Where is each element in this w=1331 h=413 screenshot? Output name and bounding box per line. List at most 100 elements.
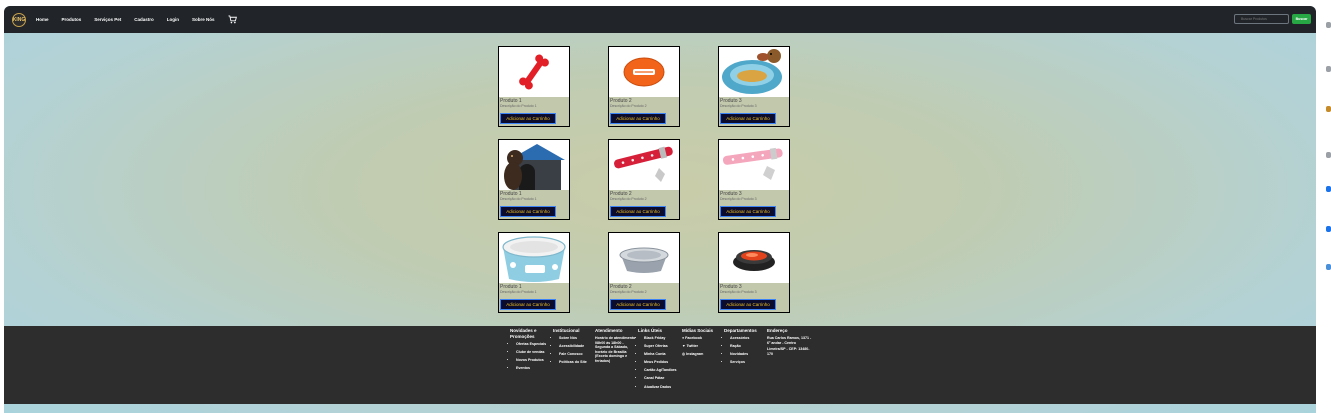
add-to-cart-button[interactable]: Adicionar ao Carrinho: [500, 299, 556, 310]
footer-heading: Mídias Sociais: [682, 328, 714, 333]
footer-hours-text: Horário de atendimento 08h00 às 18h00 - …: [595, 336, 636, 363]
search-button[interactable]: Buscar: [1292, 14, 1311, 24]
footer-address-line: Limeira/SP - CEP: 13480-170: [767, 347, 810, 356]
steel-bowl-image[interactable]: [609, 233, 679, 283]
footer-link[interactable]: Serviços: [730, 360, 766, 365]
sidebar-icon[interactable]: [1326, 152, 1331, 158]
sidebar-icon[interactable]: [1326, 22, 1331, 28]
product-card: Produto 2 Descrição do Produto 2 Adicion…: [608, 139, 680, 220]
footer-link[interactable]: Sobre Nós: [559, 336, 593, 341]
footer-link[interactable]: Atualizar Dados: [644, 385, 680, 390]
search-input[interactable]: [1234, 14, 1289, 24]
footer-endereco: Endereço Rua Carlos Ramos, 1371 - 6° and…: [767, 328, 813, 356]
add-to-cart-button[interactable]: Adicionar ao Carrinho: [500, 113, 556, 124]
dog-feeder-bowl-image[interactable]: [719, 47, 789, 97]
product-description: Descrição do Produto 1: [500, 104, 537, 108]
nav-login[interactable]: Login: [167, 17, 179, 22]
footer-heading: Atendimento: [595, 328, 623, 333]
red-collar-image[interactable]: [609, 140, 679, 190]
sidebar-icon[interactable]: [1326, 186, 1331, 192]
add-to-cart-button[interactable]: Adicionar ao Carrinho: [500, 206, 556, 217]
nav-servicos-pet[interactable]: Serviços Pet: [94, 17, 121, 22]
orange-football-toy-image[interactable]: [609, 47, 679, 97]
add-to-cart-button[interactable]: Adicionar ao Carrinho: [610, 113, 666, 124]
footer-link[interactable]: Políticas do Site: [559, 360, 593, 365]
black-red-bowl-image[interactable]: [719, 233, 789, 283]
brand-text: KING: [12, 16, 26, 23]
red-bone-toy-image[interactable]: [499, 47, 569, 97]
product-description: Descrição do Produto 3: [720, 104, 757, 108]
add-to-cart-button[interactable]: Adicionar ao Carrinho: [720, 113, 776, 124]
footer-link[interactable]: Minha Conta: [644, 352, 680, 357]
footer-link[interactable]: Super Ofertas: [644, 344, 680, 349]
footer-address-line: Rua Carlos Ramos, 1371 - 6° andar - Cent…: [767, 336, 812, 345]
footer-link[interactable]: Canal Pátae: [644, 376, 680, 381]
product-description: Descrição do Produto 2: [610, 197, 647, 201]
footer-links-uteis: Links Úteis Black Friday Super Ofertas M…: [638, 328, 680, 393]
sidebar-icon[interactable]: [1326, 66, 1331, 72]
footer-link[interactable]: Cartão AgiTandbes: [644, 368, 680, 373]
product-description: Descrição do Produto 2: [610, 290, 647, 294]
footer-social-link[interactable]: ▼ Twitter: [682, 344, 722, 349]
product-card: Produto 1 Descrição do Produto 1 Adicion…: [498, 46, 570, 127]
nav-sobre-nos[interactable]: Sobre Nós: [192, 17, 215, 22]
product-description: Descrição do Produto 1: [500, 290, 537, 294]
sidebar-icon[interactable]: [1326, 264, 1331, 270]
product-description: Descrição do Produto 1: [500, 197, 537, 201]
product-card: Produto 3 Descrição do Produto 3 Adicion…: [718, 232, 790, 313]
product-card: Produto 3 Descrição do Produto 3 Adicion…: [718, 139, 790, 220]
product-card: Produto 3 Descrição do Produto 3 Adicion…: [718, 46, 790, 127]
footer-heading: Links Úteis: [638, 328, 663, 333]
footer-atendimento: Atendimento Horário de atendimento 08h00…: [595, 328, 637, 364]
product-card: Produto 1 Descrição do Produto 1 Adicion…: [498, 139, 570, 220]
footer: Novidades e Promoções Ofertas Especiais …: [4, 326, 1316, 404]
sidebar-icon[interactable]: [1326, 106, 1331, 112]
footer-institucional: Institucional Sobre Nós Acessibilidade F…: [553, 328, 593, 368]
footer-departamentos: Departamentos Acessórios Ração Novidades…: [724, 328, 766, 368]
product-description: Descrição do Produto 2: [610, 104, 647, 108]
footer-heading: Departamentos: [724, 328, 757, 333]
navbar: KING Home Produtos Serviços Pet Cadastro…: [4, 6, 1316, 33]
brand-logo[interactable]: KING: [12, 12, 26, 27]
add-to-cart-button[interactable]: Adicionar ao Carrinho: [610, 299, 666, 310]
add-to-cart-button[interactable]: Adicionar ao Carrinho: [720, 206, 776, 217]
dog-house-image[interactable]: [499, 140, 569, 190]
footer-social-link[interactable]: ● Facebook: [682, 336, 722, 341]
footer-link[interactable]: Acessibilidade: [559, 344, 593, 349]
footer-novidades: Novidades e Promoções Ofertas Especiais …: [510, 328, 550, 374]
cart-icon[interactable]: [228, 15, 237, 24]
product-card: Produto 2 Descrição do Produto 2 Adicion…: [608, 232, 680, 313]
product-card: Produto 2 Descrição do Produto 2 Adicion…: [608, 46, 680, 127]
footer-link[interactable]: Novidades: [730, 352, 766, 357]
footer-link[interactable]: Fale Conosco: [559, 352, 593, 357]
add-to-cart-button[interactable]: Adicionar ao Carrinho: [610, 206, 666, 217]
add-to-cart-button[interactable]: Adicionar ao Carrinho: [720, 299, 776, 310]
footer-heading: Institucional: [553, 328, 580, 333]
browser-viewport: KING Home Produtos Serviços Pet Cadastro…: [4, 6, 1316, 413]
product-grid: Produto 1 Descrição do Produto 1 Adicion…: [498, 46, 790, 313]
sidebar-icon[interactable]: [1326, 226, 1331, 232]
social-label: Facebook: [685, 336, 702, 340]
nav-home[interactable]: Home: [36, 17, 49, 22]
footer-link[interactable]: Acessórios: [730, 336, 766, 341]
footer-heading: Novidades e Promoções: [510, 328, 537, 339]
footer-link[interactable]: Black Friday: [644, 336, 680, 341]
footer-link[interactable]: Ofertas Especiais: [516, 342, 550, 347]
nav-produtos[interactable]: Produtos: [62, 17, 82, 22]
blue-ceramic-bowl-image[interactable]: [499, 233, 569, 283]
footer-link[interactable]: Eventos: [516, 366, 550, 371]
footer-link[interactable]: Meus Pedidos: [644, 360, 680, 365]
footer-social-link[interactable]: ◎ Instagram: [682, 352, 722, 357]
pink-collar-image[interactable]: [719, 140, 789, 190]
product-description: Descrição do Produto 3: [720, 290, 757, 294]
footer-link[interactable]: Novos Produtos: [516, 358, 550, 363]
social-label: Twitter: [686, 344, 699, 349]
footer-link[interactable]: Clube de vendas: [516, 350, 550, 355]
footer-midias-sociais: Mídias Sociais ● Facebook ▼ Twitter ◎ In…: [682, 328, 722, 360]
product-card: Produto 1 Descrição do Produto 1 Adicion…: [498, 232, 570, 313]
social-label: Instagram: [686, 352, 704, 357]
product-description: Descrição do Produto 3: [720, 197, 757, 201]
footer-heading: Endereço: [767, 328, 788, 333]
footer-link[interactable]: Ração: [730, 344, 766, 349]
nav-cadastro[interactable]: Cadastro: [134, 17, 154, 22]
